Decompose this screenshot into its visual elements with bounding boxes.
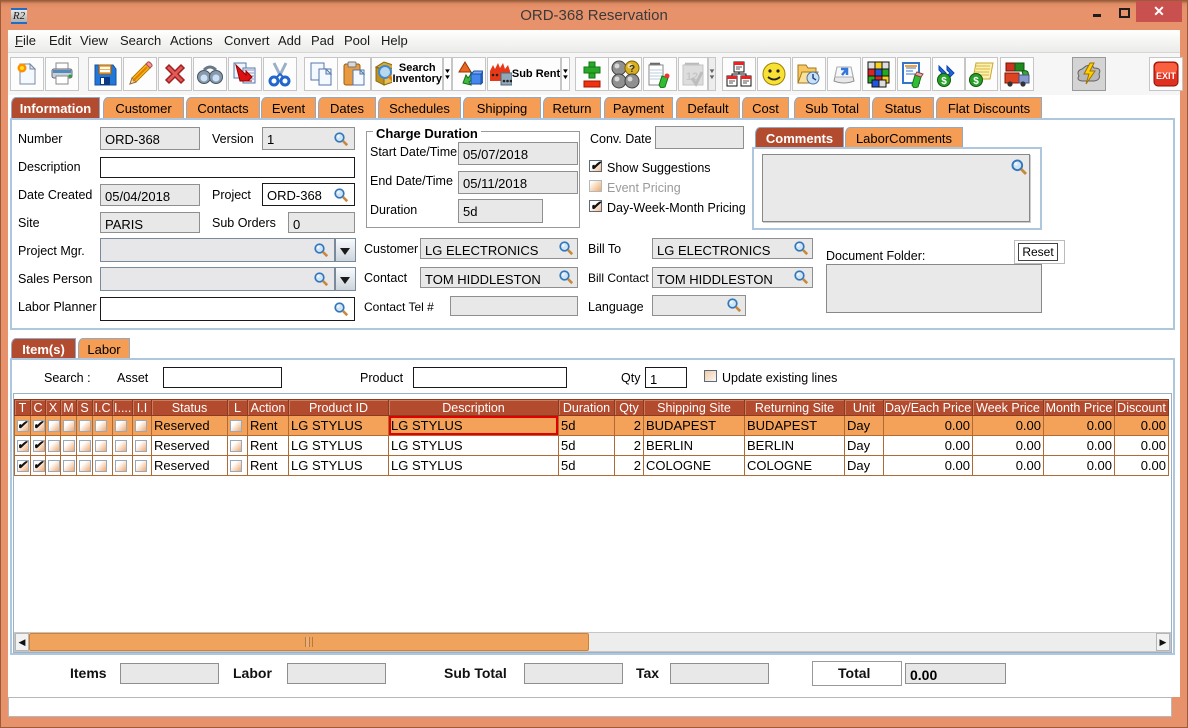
svg-text:$: $ xyxy=(941,76,947,87)
svg-text:$: $ xyxy=(973,76,979,87)
svg-text:EXIT: EXIT xyxy=(1156,71,1177,81)
svg-text:?: ? xyxy=(629,64,635,75)
